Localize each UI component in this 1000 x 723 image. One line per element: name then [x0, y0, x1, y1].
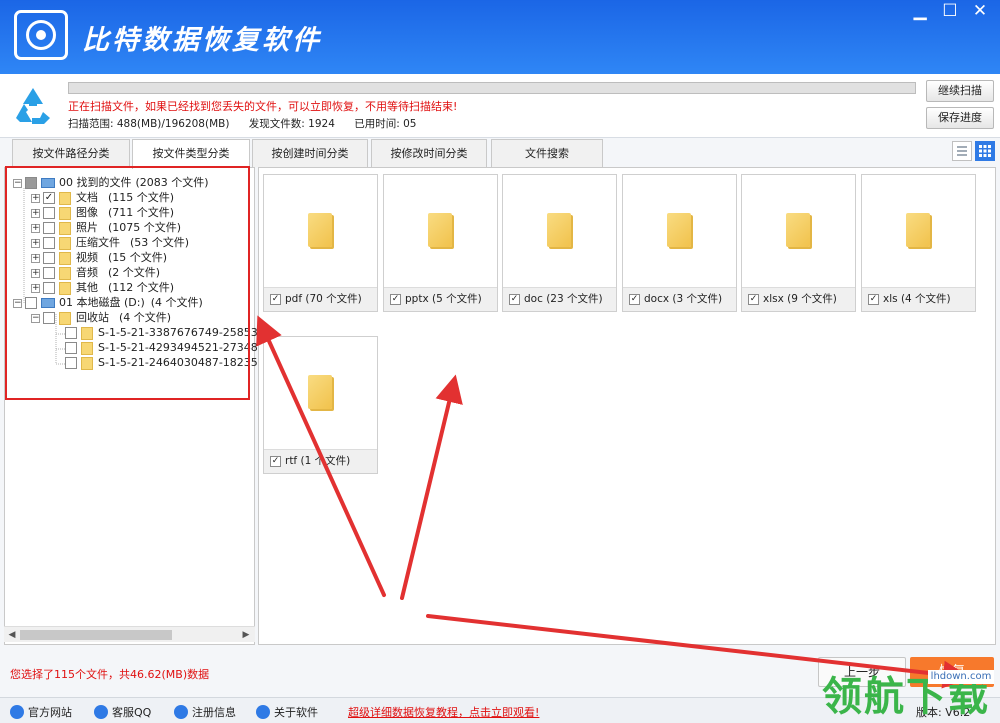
tile-checkbox[interactable]: ✓ — [748, 293, 759, 305]
file-tile-xls[interactable]: ✓ xls (4 个文件) — [861, 174, 976, 312]
save-progress-button[interactable]: 保存进度 — [926, 107, 994, 129]
user-icon — [174, 705, 188, 719]
scan-range: 扫描范围: 488(MB)/196208(MB) — [68, 118, 230, 130]
scan-status-area: 正在扫描文件，如果已经找到您丢失的文件，可以立即恢复，不用等待扫描结束! 扫描范… — [0, 74, 1000, 138]
tab-file-search[interactable]: 文件搜索 — [491, 139, 603, 167]
file-tile-pdf[interactable]: ✓ pdf (70 个文件) — [263, 174, 378, 312]
support-qq-link[interactable]: 客服QQ — [94, 704, 151, 720]
tile-checkbox[interactable]: ✓ — [270, 293, 281, 305]
tab-by-modified[interactable]: 按修改时间分类 — [371, 139, 487, 167]
app-title: 比特数据恢复软件 — [82, 25, 322, 56]
folder-icon — [308, 375, 332, 409]
folder-icon — [786, 213, 810, 247]
watermark-url: lhdown.com — [928, 670, 994, 684]
minimize-button[interactable]: ▁ — [904, 0, 936, 24]
qq-icon — [94, 705, 108, 719]
app-logo-icon — [14, 10, 68, 60]
tile-checkbox[interactable]: ✓ — [868, 293, 879, 305]
grid-view-icon[interactable] — [975, 141, 995, 161]
recycle-icon — [16, 88, 50, 124]
folder-icon — [308, 213, 332, 247]
annotation-highlight-box — [5, 166, 250, 400]
file-type-grid: ✓ pdf (70 个文件) ✓ pptx (5 个文件) ✓ doc (23 个文件… — [258, 167, 996, 645]
tab-by-created[interactable]: 按创建时间分类 — [252, 139, 368, 167]
tile-checkbox[interactable]: ✓ — [390, 293, 401, 305]
selection-summary: 您选择了115个文件，共46.62(MB)数据 — [10, 668, 210, 681]
tile-checkbox[interactable]: ✓ — [270, 455, 281, 467]
tutorial-link[interactable]: 超级详细数据恢复教程，点击立即观看! — [348, 704, 539, 720]
tab-by-type[interactable]: 按文件类型分类 — [132, 139, 250, 169]
files-found: 发现文件数: 1924 — [248, 118, 335, 130]
tile-checkbox[interactable]: ✓ — [509, 293, 520, 305]
scan-progress-bar — [68, 82, 916, 94]
file-tile-doc[interactable]: ✓ doc (23 个文件) — [502, 174, 617, 312]
register-info-link[interactable]: 注册信息 — [174, 704, 236, 720]
list-view-icon[interactable] — [952, 141, 972, 161]
continue-scan-button[interactable]: 继续扫描 — [926, 80, 994, 102]
official-website-link[interactable]: 官方网站 — [10, 704, 72, 720]
maximize-button[interactable]: ☐ — [934, 0, 966, 24]
close-button[interactable]: ✕ — [964, 0, 996, 24]
scan-info: 扫描范围: 488(MB)/196208(MB) 发现文件数: 1924 已用时… — [68, 116, 433, 131]
about-software-link[interactable]: 关于软件 — [256, 704, 318, 720]
folder-icon — [906, 213, 930, 247]
file-tile-xlsx[interactable]: ✓ xlsx (9 个文件) — [741, 174, 856, 312]
tile-checkbox[interactable]: ✓ — [629, 293, 640, 305]
folder-icon — [667, 213, 691, 247]
tree-horizontal-scrollbar[interactable]: ◀ ▶ — [4, 626, 255, 642]
file-tile-pptx[interactable]: ✓ pptx (5 个文件) — [383, 174, 498, 312]
scan-message: 正在扫描文件，如果已经找到您丢失的文件，可以立即恢复，不用等待扫描结束! — [68, 100, 458, 113]
file-tile-docx[interactable]: ✓ docx (3 个文件) — [622, 174, 737, 312]
tab-by-path[interactable]: 按文件路径分类 — [12, 139, 130, 167]
info-icon — [256, 705, 270, 719]
scrollbar-thumb[interactable] — [20, 630, 172, 640]
home-icon — [10, 705, 24, 719]
title-bar: 比特数据恢复软件 ▁ ☐ ✕ — [0, 0, 1000, 74]
scroll-left-icon[interactable]: ◀ — [6, 628, 18, 642]
scroll-right-icon[interactable]: ▶ — [240, 628, 252, 642]
folder-icon — [428, 213, 452, 247]
folder-icon — [547, 213, 571, 247]
file-tile-rtf[interactable]: ✓ rtf (1 个文件) — [263, 336, 378, 474]
elapsed-time: 已用时间: 05 — [354, 118, 417, 130]
